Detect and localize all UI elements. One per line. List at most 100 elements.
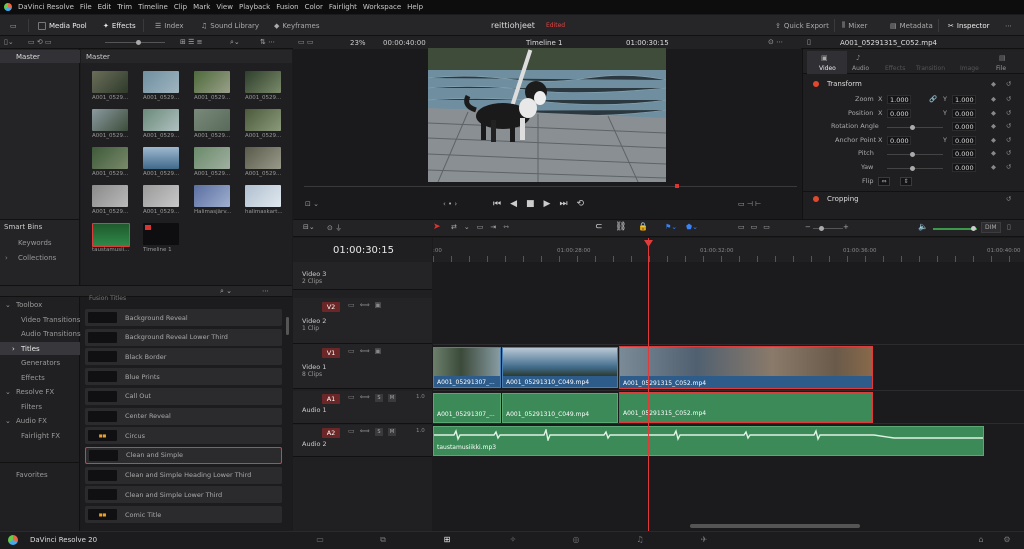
match-frame-icon[interactable]: ▭ ⊣ ⊢ xyxy=(738,200,761,208)
tab-transition[interactable]: Transition xyxy=(916,65,945,72)
track-tag[interactable]: V2 xyxy=(322,302,340,312)
track-tag[interactable]: A2 xyxy=(322,428,340,438)
track-header-audio-1[interactable]: A1 ▭⟺ S M 1.0 Audio 1 xyxy=(293,391,432,424)
audio-clip[interactable]: taustamusiikki.mp3 xyxy=(433,426,984,456)
viewer-options-icon[interactable]: ⊙ ⋯ xyxy=(768,38,783,46)
keyframe-icon[interactable]: ◆ xyxy=(991,136,996,144)
track-header-video-1[interactable]: V1 ▭⟺▣ Video 1 8 Clips xyxy=(293,344,432,389)
panel-options-icon[interactable]: ▭ ⟲ ▭ xyxy=(28,38,52,46)
keywords-bin[interactable]: Keywords xyxy=(18,239,52,247)
chevron-down-icon[interactable]: ⌄ xyxy=(5,301,11,309)
title-effect-item[interactable]: Call Out xyxy=(85,387,282,405)
track-header-audio-2[interactable]: A2 ▭⟺ S M 1.0 Audio 2 xyxy=(293,425,432,457)
video-clip[interactable]: A001_05291310_C049.mp4 xyxy=(502,347,618,388)
marker-icon[interactable]: ⬟⌄ xyxy=(686,223,698,231)
viewer-layout-icon[interactable]: ▭ ▭ xyxy=(298,38,313,46)
zoom-x-field[interactable]: 1.000 xyxy=(887,95,911,104)
volume-handle[interactable] xyxy=(971,226,976,231)
menu-trim[interactable]: Trim xyxy=(117,3,132,11)
media-thumbnail[interactable] xyxy=(194,185,230,207)
rotation-slider-handle[interactable] xyxy=(910,125,915,130)
home-icon[interactable]: ⌂ xyxy=(974,535,988,547)
media-thumbnail[interactable] xyxy=(245,109,281,131)
media-thumbnail[interactable] xyxy=(143,185,179,207)
zoom-in-icon[interactable]: + xyxy=(843,223,849,231)
generators-item[interactable]: Generators xyxy=(21,359,60,367)
title-effect-item[interactable]: Blue Prints xyxy=(85,368,282,386)
audio-meter-icon[interactable]: ⊡ ⌄ xyxy=(305,200,319,208)
media-page-icon[interactable]: ▭ xyxy=(313,535,327,547)
keyframe-icon[interactable]: ◆ xyxy=(991,80,996,88)
reset-icon[interactable]: ↺ xyxy=(1006,195,1011,203)
scrubber-playhead[interactable] xyxy=(675,184,679,188)
title-effect-item[interactable]: ■■ Circus xyxy=(85,427,282,445)
pitch-slider-handle[interactable] xyxy=(910,152,915,157)
tab-audio[interactable]: Audio xyxy=(852,65,869,72)
anchor-y-field[interactable]: 0.000 xyxy=(952,136,976,145)
video-clip[interactable]: A001_05291307_... xyxy=(433,347,501,388)
timeline-tracks[interactable]: A001_05291307_... A001_05291310_C049.mp4… xyxy=(433,262,1024,531)
menu-file[interactable]: File xyxy=(80,3,92,11)
track-controls-icon[interactable]: ▭⟺▣ xyxy=(348,301,386,309)
video-clip-selected[interactable]: A001_05291315_C052.mp4 xyxy=(619,346,873,389)
titles-item[interactable]: Titles xyxy=(21,345,40,353)
position-y-field[interactable]: 0.000 xyxy=(952,109,976,118)
snapping-icon[interactable]: ⊂ xyxy=(595,222,603,232)
menu-playback[interactable]: Playback xyxy=(239,3,270,11)
keyframes-button[interactable]: ◆ Keyframes xyxy=(274,15,320,36)
timeline-scrollbar[interactable] xyxy=(690,524,860,528)
tab-video[interactable]: Video xyxy=(819,65,836,72)
fusion-page-icon[interactable]: ✧ xyxy=(506,535,520,547)
solo-button[interactable]: S xyxy=(375,394,383,402)
timeline-ruler[interactable]: :00 01:00:28:00 01:00:32:00 01:00:36:00 … xyxy=(433,238,1024,262)
title-effect-item[interactable]: Background Reveal Lower Third xyxy=(85,328,282,346)
rotation-field[interactable]: 0.000 xyxy=(952,122,976,131)
timeline-zoom-slider[interactable] xyxy=(813,228,843,229)
search-icon[interactable]: ⌕⌄ xyxy=(230,38,240,47)
rotation-slider[interactable] xyxy=(887,127,943,128)
keyframe-icon[interactable]: ◆ xyxy=(991,149,996,157)
menu-fusion[interactable]: Fusion xyxy=(276,3,298,11)
keyframe-icon[interactable]: ◆ xyxy=(991,109,996,117)
reset-icon[interactable]: ↺ xyxy=(1006,163,1011,171)
media-thumbnail[interactable] xyxy=(245,71,281,93)
chevron-right-icon[interactable]: › xyxy=(12,345,15,353)
effects-options-icon[interactable]: ⋯ xyxy=(262,287,269,295)
yaw-slider[interactable] xyxy=(887,168,943,169)
quick-export-button[interactable]: ⇪ Quick Export xyxy=(775,15,829,36)
color-page-icon[interactable]: ◎ xyxy=(569,535,583,547)
keyframe-icon[interactable]: ◆ xyxy=(991,163,996,171)
reset-icon[interactable]: ↺ xyxy=(1006,80,1011,88)
panel-toggle-icon[interactable]: ▯ xyxy=(1007,223,1011,231)
track-tag[interactable]: V1 xyxy=(322,348,340,358)
mute-button[interactable]: M xyxy=(388,428,396,436)
timeline-selector[interactable]: Timeline 1 xyxy=(526,39,562,47)
track-controls-icon[interactable]: ▭⟺ xyxy=(348,393,375,401)
title-effect-item[interactable]: Center Reveal xyxy=(85,407,282,425)
media-thumbnail[interactable] xyxy=(92,109,128,131)
title-effect-item[interactable]: Black Border xyxy=(85,348,282,366)
video-transitions-item[interactable]: Video Transitions xyxy=(21,316,80,324)
playhead-line[interactable] xyxy=(648,238,649,531)
metadata-button[interactable]: ▤ Metadata xyxy=(890,15,933,36)
reset-icon[interactable]: ↺ xyxy=(1006,95,1011,103)
pitch-slider[interactable] xyxy=(887,154,943,155)
inspector-layout-icon[interactable]: ▯ xyxy=(807,38,811,46)
grid-view-icon[interactable]: ⊞ ☰ ≡ xyxy=(180,38,202,46)
audio-clip[interactable]: A001_05291307_... xyxy=(433,393,501,423)
collections-bin[interactable]: Collections xyxy=(18,254,56,262)
keyframe-icon[interactable]: ◆ xyxy=(991,95,996,103)
media-thumbnail[interactable] xyxy=(143,109,179,131)
sort-icon[interactable]: ⇅ ⋯ xyxy=(260,38,275,46)
track-header-video-3[interactable]: Video 3 2 Clips xyxy=(293,262,432,290)
index-button[interactable]: ☰ Index xyxy=(155,15,184,36)
link-icon[interactable]: 🔗 xyxy=(929,95,937,103)
media-thumbnail[interactable] xyxy=(194,147,230,169)
solo-button[interactable]: S xyxy=(375,428,383,436)
zoom-buttons[interactable]: ▭▭▭ xyxy=(738,223,776,231)
slider-handle[interactable] xyxy=(136,40,141,45)
title-effect-item[interactable]: Clean and Simple xyxy=(85,446,282,464)
track-tag[interactable]: A1 xyxy=(322,394,340,404)
reset-icon[interactable]: ↺ xyxy=(1006,109,1011,117)
transform-header[interactable]: Transform ◆ ↺ xyxy=(803,79,1024,91)
